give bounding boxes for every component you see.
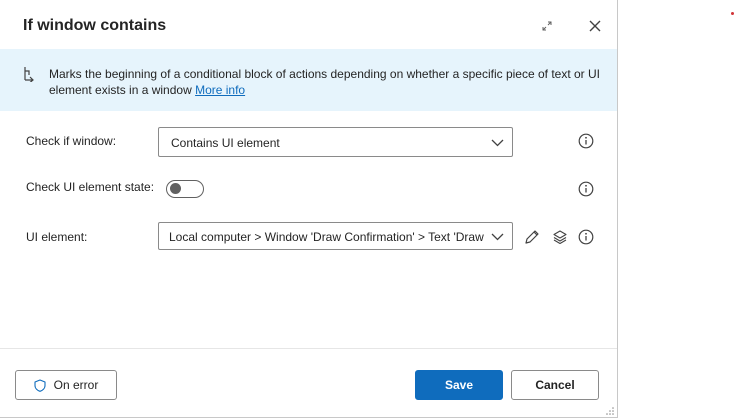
ui-element-dropdown[interactable]: Local computer > Window 'Draw Confirmati… — [158, 222, 513, 250]
on-error-label: On error — [53, 378, 99, 392]
ui-element-label: UI element: — [26, 230, 88, 244]
resize-grip-icon[interactable] — [605, 406, 615, 416]
pencil-icon[interactable] — [524, 229, 540, 245]
expand-button[interactable] — [535, 14, 559, 38]
more-info-link[interactable]: More info — [195, 83, 245, 97]
dialog-title: If window contains — [23, 17, 167, 34]
check-ui-element-state-toggle[interactable] — [166, 180, 204, 198]
check-if-window-label: Check if window: — [26, 134, 117, 148]
shield-icon — [34, 378, 46, 392]
status-dot — [731, 12, 734, 15]
page: If window contains Marks the beginning o… — [0, 0, 736, 420]
info-icon[interactable] — [578, 181, 594, 197]
banner-description: Marks the beginning of a conditional blo… — [49, 67, 600, 97]
info-icon[interactable] — [578, 133, 594, 149]
cancel-button[interactable]: Cancel — [511, 370, 599, 400]
footer-divider — [0, 348, 617, 349]
branch-icon — [22, 66, 36, 87]
close-button[interactable] — [583, 14, 607, 38]
banner-text: Marks the beginning of a conditional blo… — [49, 66, 604, 98]
expand-icon — [542, 21, 552, 31]
check-if-window-dropdown[interactable]: Contains UI element — [158, 127, 513, 157]
info-icon[interactable] — [578, 229, 594, 245]
save-button[interactable]: Save — [415, 370, 503, 400]
chevron-down-icon — [491, 139, 504, 147]
ui-element-value: Local computer > Window 'Draw Confirmati… — [169, 230, 484, 244]
layers-icon[interactable] — [552, 229, 568, 245]
dialog: If window contains Marks the beginning o… — [0, 0, 618, 418]
toggle-knob — [170, 183, 181, 194]
info-banner: Marks the beginning of a conditional blo… — [0, 49, 617, 111]
check-if-window-value: Contains UI element — [171, 136, 280, 150]
chevron-down-icon — [491, 233, 504, 241]
close-icon — [589, 20, 601, 32]
on-error-button[interactable]: On error — [15, 370, 117, 400]
check-ui-element-state-label: Check UI element state: — [26, 180, 155, 194]
